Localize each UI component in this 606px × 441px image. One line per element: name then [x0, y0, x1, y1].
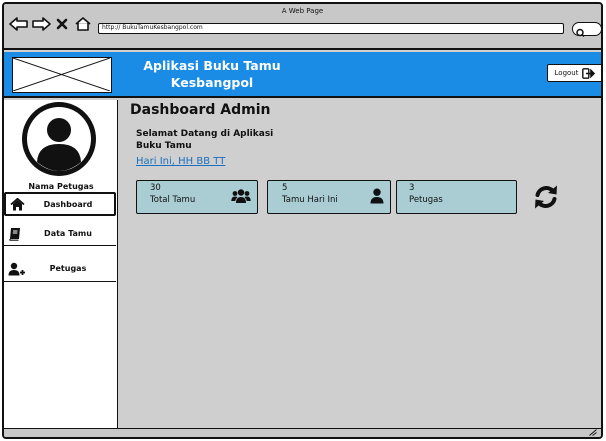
- logout-button[interactable]: Logout: [547, 64, 601, 82]
- welcome-line1: Selamat Datang di Aplikasi: [136, 129, 274, 139]
- sidebar-item-petugas[interactable]: Petugas: [4, 256, 116, 282]
- page-title: Dashboard Admin: [130, 102, 271, 118]
- browser-search-field[interactable]: [572, 22, 601, 38]
- stat-card-petugas[interactable]: 3 Petugas: [396, 180, 517, 214]
- sidebar-item-data-tamu[interactable]: Data Tamu: [4, 222, 116, 246]
- welcome-line2: Buku Tamu: [136, 141, 192, 151]
- sidebar-item-label: Petugas: [49, 264, 87, 273]
- app-title-line1: Aplikasi Buku Tamu: [143, 58, 281, 73]
- welcome-text: Selamat Datang di Aplikasi Buku Tamu: [136, 128, 316, 152]
- refresh-icon[interactable]: [533, 182, 559, 212]
- sidebar-item-label: Dashboard: [43, 199, 93, 209]
- sidebar-item-label: Data Tamu: [44, 229, 92, 238]
- add-user-icon: [8, 262, 25, 275]
- back-icon[interactable]: [9, 17, 29, 31]
- date-link[interactable]: Hari Ini, HH BB TT: [136, 156, 225, 167]
- main-content: Dashboard Admin Selamat Datang di Aplika…: [120, 100, 601, 430]
- stat-value: 5: [282, 183, 288, 193]
- avatar: [22, 102, 96, 176]
- logout-label: Logout: [554, 69, 579, 77]
- app-title: Aplikasi Buku Tamu Kesbangpol: [122, 57, 302, 91]
- forward-icon[interactable]: [31, 17, 51, 31]
- user-icon: [370, 188, 384, 204]
- app-title-line2: Kesbangpol: [170, 75, 254, 90]
- home-icon: [10, 197, 25, 210]
- resize-grip-icon[interactable]: [589, 429, 597, 436]
- horizontal-scrollbar[interactable]: [4, 428, 601, 437]
- stat-label: Total Tamu: [150, 195, 196, 205]
- users-icon: [231, 189, 251, 203]
- stat-label: Petugas: [409, 195, 443, 205]
- book-icon: [9, 227, 20, 241]
- user-name: Nama Petugas: [28, 182, 94, 191]
- browser-window: A Web Page http:// BukuTamuKesbangpol.co…: [2, 2, 603, 439]
- logout-icon: [582, 67, 596, 79]
- window-title: A Web Page: [281, 7, 324, 15]
- stat-card-total-tamu[interactable]: 30 Total Tamu: [136, 180, 258, 214]
- url-bar[interactable]: http:// BukuTamuKesbangpol.com: [98, 23, 564, 34]
- stop-icon[interactable]: [55, 17, 69, 31]
- stat-value: 3: [409, 183, 415, 193]
- stat-card-tamu-hari-ini[interactable]: 5 Tamu Hari Ini: [267, 180, 391, 214]
- stat-label: Tamu Hari Ini: [282, 195, 338, 205]
- home-page-icon[interactable]: [74, 17, 92, 31]
- sidebar-item-dashboard[interactable]: Dashboard: [4, 192, 116, 216]
- app-header: Aplikasi Buku Tamu Kesbangpol Logout: [4, 52, 601, 98]
- image-placeholder-icon: [12, 57, 111, 92]
- search-icon: [576, 28, 585, 38]
- stat-value: 30: [150, 183, 161, 193]
- sidebar: Nama Petugas Dashboard Data Tamu Petugas: [4, 100, 118, 430]
- logo-placeholder: [12, 57, 112, 93]
- browser-chrome: A Web Page http:// BukuTamuKesbangpol.co…: [4, 4, 601, 50]
